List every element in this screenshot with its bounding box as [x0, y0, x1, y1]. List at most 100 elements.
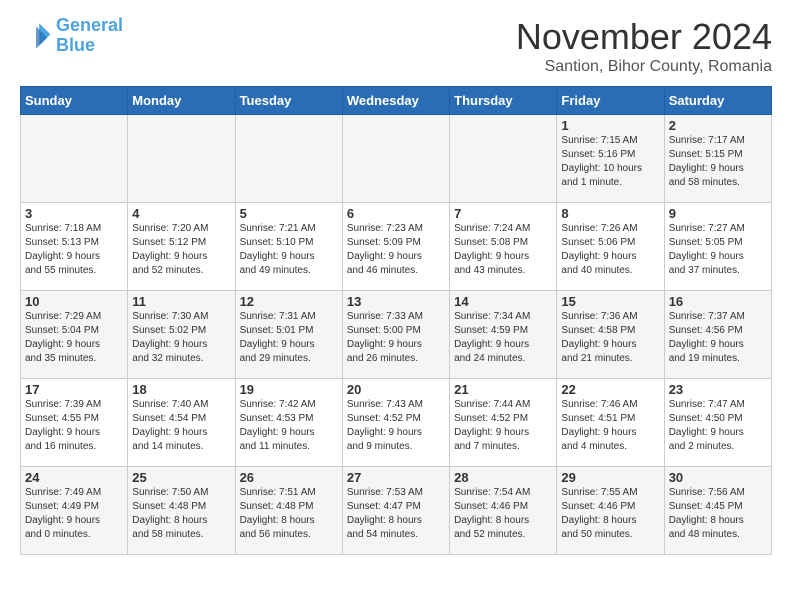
- day-number: 25: [132, 470, 230, 485]
- calendar-cell: 23Sunrise: 7:47 AM Sunset: 4:50 PM Dayli…: [664, 379, 771, 467]
- calendar-cell: 1Sunrise: 7:15 AM Sunset: 5:16 PM Daylig…: [557, 115, 664, 203]
- day-info: Sunrise: 7:40 AM Sunset: 4:54 PM Dayligh…: [132, 398, 230, 454]
- day-number: 26: [240, 470, 338, 485]
- calendar-cell: 9Sunrise: 7:27 AM Sunset: 5:05 PM Daylig…: [664, 203, 771, 291]
- day-number: 23: [669, 382, 767, 397]
- location-subtitle: Santion, Bihor County, Romania: [516, 58, 772, 76]
- week-row-5: 24Sunrise: 7:49 AM Sunset: 4:49 PM Dayli…: [21, 467, 772, 555]
- calendar-cell: 14Sunrise: 7:34 AM Sunset: 4:59 PM Dayli…: [450, 291, 557, 379]
- day-info: Sunrise: 7:49 AM Sunset: 4:49 PM Dayligh…: [25, 486, 123, 542]
- logo-text: General Blue: [56, 16, 123, 56]
- day-info: Sunrise: 7:17 AM Sunset: 5:15 PM Dayligh…: [669, 134, 767, 190]
- calendar-cell: 5Sunrise: 7:21 AM Sunset: 5:10 PM Daylig…: [235, 203, 342, 291]
- calendar-cell: 19Sunrise: 7:42 AM Sunset: 4:53 PM Dayli…: [235, 379, 342, 467]
- calendar-cell: 25Sunrise: 7:50 AM Sunset: 4:48 PM Dayli…: [128, 467, 235, 555]
- calendar-cell: 24Sunrise: 7:49 AM Sunset: 4:49 PM Dayli…: [21, 467, 128, 555]
- day-info: Sunrise: 7:54 AM Sunset: 4:46 PM Dayligh…: [454, 486, 552, 542]
- day-info: Sunrise: 7:50 AM Sunset: 4:48 PM Dayligh…: [132, 486, 230, 542]
- calendar-cell: [128, 115, 235, 203]
- day-number: 13: [347, 294, 445, 309]
- day-info: Sunrise: 7:39 AM Sunset: 4:55 PM Dayligh…: [25, 398, 123, 454]
- calendar-cell: 13Sunrise: 7:33 AM Sunset: 5:00 PM Dayli…: [342, 291, 449, 379]
- day-number: 9: [669, 206, 767, 221]
- weekday-header-wednesday: Wednesday: [342, 87, 449, 115]
- day-info: Sunrise: 7:47 AM Sunset: 4:50 PM Dayligh…: [669, 398, 767, 454]
- day-number: 3: [25, 206, 123, 221]
- day-number: 2: [669, 118, 767, 133]
- day-number: 30: [669, 470, 767, 485]
- calendar-cell: 3Sunrise: 7:18 AM Sunset: 5:13 PM Daylig…: [21, 203, 128, 291]
- calendar-cell: [450, 115, 557, 203]
- weekday-header-monday: Monday: [128, 87, 235, 115]
- day-number: 24: [25, 470, 123, 485]
- day-info: Sunrise: 7:55 AM Sunset: 4:46 PM Dayligh…: [561, 486, 659, 542]
- day-info: Sunrise: 7:20 AM Sunset: 5:12 PM Dayligh…: [132, 222, 230, 278]
- day-number: 19: [240, 382, 338, 397]
- logo-icon: [20, 20, 52, 52]
- day-number: 28: [454, 470, 552, 485]
- day-number: 6: [347, 206, 445, 221]
- day-info: Sunrise: 7:43 AM Sunset: 4:52 PM Dayligh…: [347, 398, 445, 454]
- day-info: Sunrise: 7:37 AM Sunset: 4:56 PM Dayligh…: [669, 310, 767, 366]
- day-info: Sunrise: 7:36 AM Sunset: 4:58 PM Dayligh…: [561, 310, 659, 366]
- day-info: Sunrise: 7:33 AM Sunset: 5:00 PM Dayligh…: [347, 310, 445, 366]
- day-number: 18: [132, 382, 230, 397]
- calendar-cell: 16Sunrise: 7:37 AM Sunset: 4:56 PM Dayli…: [664, 291, 771, 379]
- day-number: 8: [561, 206, 659, 221]
- calendar-cell: 30Sunrise: 7:56 AM Sunset: 4:45 PM Dayli…: [664, 467, 771, 555]
- day-info: Sunrise: 7:34 AM Sunset: 4:59 PM Dayligh…: [454, 310, 552, 366]
- calendar-cell: 28Sunrise: 7:54 AM Sunset: 4:46 PM Dayli…: [450, 467, 557, 555]
- day-info: Sunrise: 7:27 AM Sunset: 5:05 PM Dayligh…: [669, 222, 767, 278]
- day-number: 16: [669, 294, 767, 309]
- day-number: 14: [454, 294, 552, 309]
- day-number: 17: [25, 382, 123, 397]
- logo: General Blue: [20, 16, 123, 56]
- calendar-cell: 27Sunrise: 7:53 AM Sunset: 4:47 PM Dayli…: [342, 467, 449, 555]
- day-info: Sunrise: 7:15 AM Sunset: 5:16 PM Dayligh…: [561, 134, 659, 190]
- title-block: November 2024 Santion, Bihor County, Rom…: [516, 16, 772, 76]
- day-number: 1: [561, 118, 659, 133]
- header: General Blue November 2024 Santion, Biho…: [20, 16, 772, 76]
- calendar-cell: 8Sunrise: 7:26 AM Sunset: 5:06 PM Daylig…: [557, 203, 664, 291]
- day-info: Sunrise: 7:53 AM Sunset: 4:47 PM Dayligh…: [347, 486, 445, 542]
- day-number: 22: [561, 382, 659, 397]
- day-info: Sunrise: 7:30 AM Sunset: 5:02 PM Dayligh…: [132, 310, 230, 366]
- day-number: 10: [25, 294, 123, 309]
- day-info: Sunrise: 7:44 AM Sunset: 4:52 PM Dayligh…: [454, 398, 552, 454]
- week-row-1: 1Sunrise: 7:15 AM Sunset: 5:16 PM Daylig…: [21, 115, 772, 203]
- calendar-header: SundayMondayTuesdayWednesdayThursdayFrid…: [21, 87, 772, 115]
- weekday-row: SundayMondayTuesdayWednesdayThursdayFrid…: [21, 87, 772, 115]
- day-info: Sunrise: 7:42 AM Sunset: 4:53 PM Dayligh…: [240, 398, 338, 454]
- weekday-header-tuesday: Tuesday: [235, 87, 342, 115]
- day-number: 12: [240, 294, 338, 309]
- day-info: Sunrise: 7:24 AM Sunset: 5:08 PM Dayligh…: [454, 222, 552, 278]
- logo-line2: Blue: [56, 35, 95, 55]
- day-number: 11: [132, 294, 230, 309]
- calendar-cell: 6Sunrise: 7:23 AM Sunset: 5:09 PM Daylig…: [342, 203, 449, 291]
- calendar-cell: 4Sunrise: 7:20 AM Sunset: 5:12 PM Daylig…: [128, 203, 235, 291]
- day-info: Sunrise: 7:46 AM Sunset: 4:51 PM Dayligh…: [561, 398, 659, 454]
- calendar-cell: [235, 115, 342, 203]
- calendar-cell: 12Sunrise: 7:31 AM Sunset: 5:01 PM Dayli…: [235, 291, 342, 379]
- day-number: 21: [454, 382, 552, 397]
- day-info: Sunrise: 7:51 AM Sunset: 4:48 PM Dayligh…: [240, 486, 338, 542]
- month-title: November 2024: [516, 16, 772, 58]
- calendar-cell: 2Sunrise: 7:17 AM Sunset: 5:15 PM Daylig…: [664, 115, 771, 203]
- day-number: 4: [132, 206, 230, 221]
- week-row-4: 17Sunrise: 7:39 AM Sunset: 4:55 PM Dayli…: [21, 379, 772, 467]
- day-number: 27: [347, 470, 445, 485]
- day-number: 29: [561, 470, 659, 485]
- weekday-header-thursday: Thursday: [450, 87, 557, 115]
- calendar-cell: 29Sunrise: 7:55 AM Sunset: 4:46 PM Dayli…: [557, 467, 664, 555]
- calendar-cell: [21, 115, 128, 203]
- calendar-cell: 18Sunrise: 7:40 AM Sunset: 4:54 PM Dayli…: [128, 379, 235, 467]
- weekday-header-friday: Friday: [557, 87, 664, 115]
- weekday-header-saturday: Saturday: [664, 87, 771, 115]
- page: General Blue November 2024 Santion, Biho…: [0, 0, 792, 571]
- calendar-cell: 21Sunrise: 7:44 AM Sunset: 4:52 PM Dayli…: [450, 379, 557, 467]
- calendar-body: 1Sunrise: 7:15 AM Sunset: 5:16 PM Daylig…: [21, 115, 772, 555]
- day-number: 7: [454, 206, 552, 221]
- day-info: Sunrise: 7:21 AM Sunset: 5:10 PM Dayligh…: [240, 222, 338, 278]
- calendar-cell: [342, 115, 449, 203]
- day-number: 20: [347, 382, 445, 397]
